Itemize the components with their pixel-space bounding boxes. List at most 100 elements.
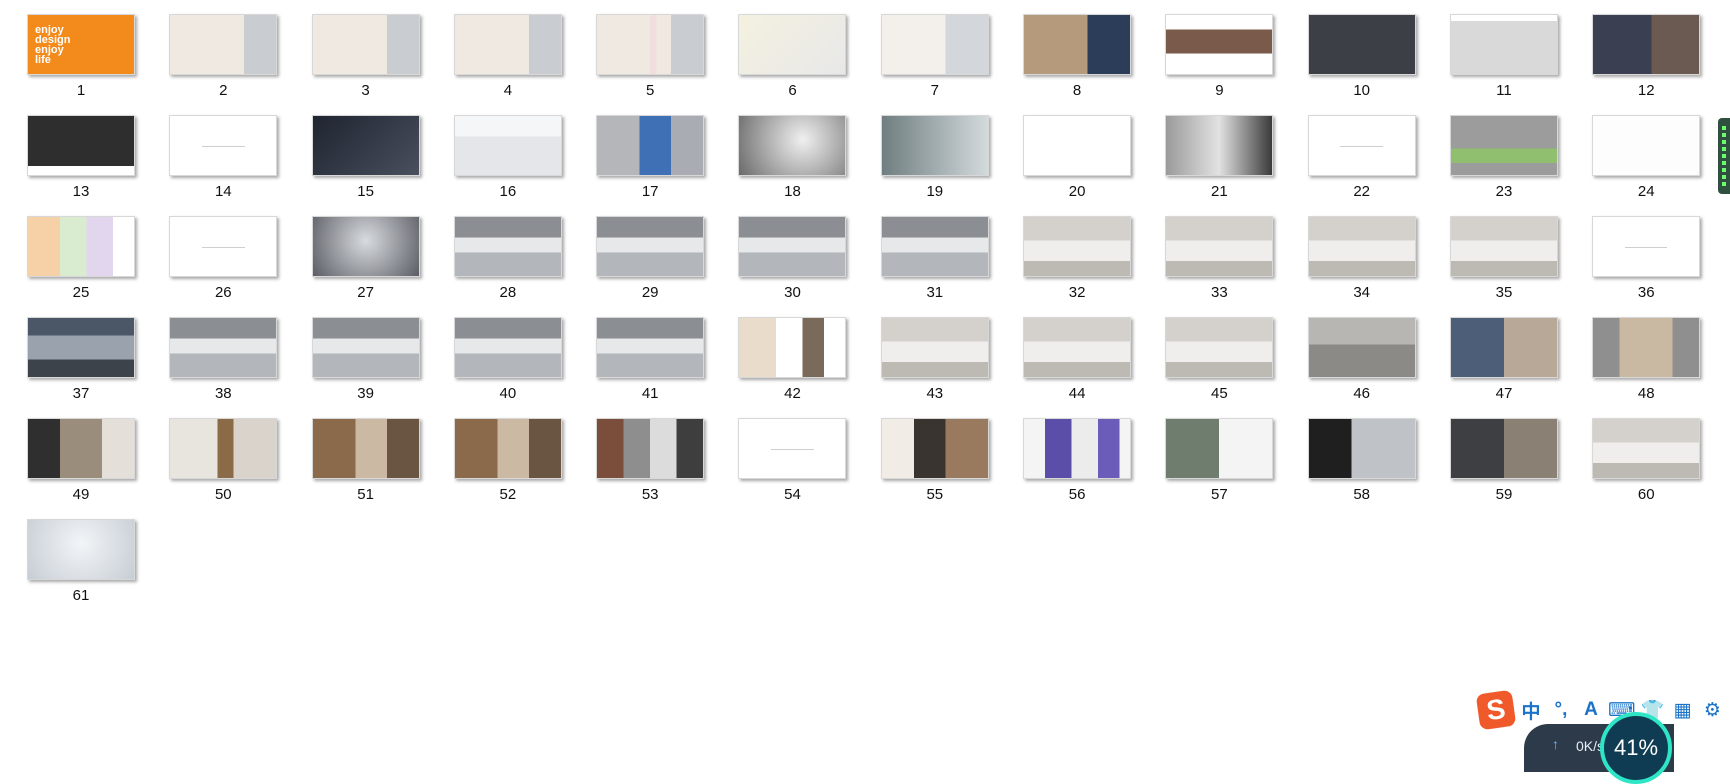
slide-preview[interactable] (1023, 418, 1132, 479)
slide-preview[interactable] (1449, 317, 1558, 378)
slide-preview[interactable] (738, 115, 847, 176)
slide-thumbnail-61[interactable]: 61 (27, 519, 135, 620)
slide-thumbnail-56[interactable]: 56 (1023, 418, 1132, 519)
slide-thumbnail-4[interactable]: 4 (453, 14, 562, 115)
slide-preview[interactable] (453, 418, 562, 479)
slide-thumbnail-42[interactable]: 42 (738, 317, 847, 418)
slide-preview[interactable] (453, 115, 562, 176)
slide-thumbnail-53[interactable]: 53 (596, 418, 705, 519)
slide-thumbnail-8[interactable]: 8 (1023, 14, 1132, 115)
slide-preview[interactable] (596, 418, 705, 479)
slide-preview[interactable] (169, 115, 278, 176)
slide-thumbnail-46[interactable]: 46 (1307, 317, 1416, 418)
usage-dial[interactable]: 41% (1600, 712, 1672, 784)
slide-preview[interactable] (311, 14, 420, 75)
slide-preview[interactable]: enjoy design enjoy life (27, 14, 135, 75)
slide-preview[interactable] (1307, 418, 1416, 479)
slide-preview[interactable] (596, 216, 705, 277)
slide-preview[interactable] (880, 216, 989, 277)
slide-preview[interactable] (453, 14, 562, 75)
slide-thumbnail-37[interactable]: 37 (27, 317, 135, 418)
slide-preview[interactable] (453, 317, 562, 378)
edge-scroll-indicator[interactable] (1718, 118, 1730, 194)
slide-thumbnail-15[interactable]: 15 (311, 115, 420, 216)
slide-thumbnail-47[interactable]: 47 (1449, 317, 1558, 418)
slide-thumbnail-6[interactable]: 6 (738, 14, 847, 115)
slide-thumbnail-45[interactable]: 45 (1165, 317, 1274, 418)
slide-preview[interactable] (1592, 14, 1701, 75)
slide-preview[interactable] (1592, 317, 1701, 378)
slide-thumbnail-25[interactable]: 25 (27, 216, 135, 317)
slide-preview[interactable] (169, 418, 278, 479)
slide-preview[interactable] (596, 14, 705, 75)
slide-thumbnail-59[interactable]: 59 (1449, 418, 1558, 519)
slide-thumbnail-9[interactable]: 9 (1165, 14, 1274, 115)
slide-preview[interactable] (169, 216, 278, 277)
slide-preview[interactable] (596, 115, 705, 176)
slide-thumbnail-1[interactable]: enjoy design enjoy life 1 (27, 14, 135, 115)
slide-preview[interactable] (1023, 317, 1132, 378)
punctuation-button[interactable]: °, (1548, 696, 1574, 724)
slide-thumbnail-60[interactable]: 60 (1592, 418, 1701, 519)
chinese-mode-button[interactable]: 中 (1518, 696, 1544, 724)
settings-button[interactable]: ⚙ (1699, 696, 1725, 724)
slide-thumbnail-11[interactable]: 11 (1449, 14, 1558, 115)
slide-thumbnail-28[interactable]: 28 (453, 216, 562, 317)
slide-preview[interactable] (311, 216, 420, 277)
slide-thumbnail-16[interactable]: 16 (453, 115, 562, 216)
slide-preview[interactable] (880, 115, 989, 176)
slide-thumbnail-51[interactable]: 51 (311, 418, 420, 519)
slide-preview[interactable] (1023, 216, 1132, 277)
slide-thumbnail-14[interactable]: 14 (169, 115, 278, 216)
slide-preview[interactable] (880, 418, 989, 479)
slide-preview[interactable] (1307, 317, 1416, 378)
slide-preview[interactable] (169, 14, 278, 75)
slide-preview[interactable] (1165, 216, 1274, 277)
slide-thumbnail-52[interactable]: 52 (453, 418, 562, 519)
slide-preview[interactable] (596, 317, 705, 378)
slide-thumbnail-21[interactable]: 21 (1165, 115, 1274, 216)
slide-thumbnail-7[interactable]: 7 (880, 14, 989, 115)
slide-thumbnail-20[interactable]: 20 (1023, 115, 1132, 216)
slide-thumbnail-50[interactable]: 50 (169, 418, 278, 519)
slide-preview[interactable] (1165, 115, 1274, 176)
slide-preview[interactable] (1449, 115, 1558, 176)
slide-preview[interactable] (738, 317, 847, 378)
slide-preview[interactable] (1023, 115, 1132, 176)
slide-thumbnail-57[interactable]: 57 (1165, 418, 1274, 519)
slide-thumbnail-17[interactable]: 17 (596, 115, 705, 216)
slide-thumbnail-31[interactable]: 31 (880, 216, 989, 317)
slide-thumbnail-23[interactable]: 23 (1449, 115, 1558, 216)
slide-thumbnail-5[interactable]: 5 (596, 14, 705, 115)
slide-preview[interactable] (311, 115, 420, 176)
slide-thumbnail-29[interactable]: 29 (596, 216, 705, 317)
slide-preview[interactable] (880, 14, 989, 75)
slide-preview[interactable] (1592, 216, 1701, 277)
slide-preview[interactable] (1165, 418, 1274, 479)
slide-thumbnail-18[interactable]: 18 (738, 115, 847, 216)
slide-preview[interactable] (311, 317, 420, 378)
slide-thumbnail-34[interactable]: 34 (1307, 216, 1416, 317)
slide-preview[interactable] (1449, 216, 1558, 277)
slide-thumbnail-30[interactable]: 30 (738, 216, 847, 317)
slide-preview[interactable] (1165, 317, 1274, 378)
slide-thumbnail-19[interactable]: 19 (880, 115, 989, 216)
slide-preview[interactable] (880, 317, 989, 378)
slide-thumbnail-39[interactable]: 39 (311, 317, 420, 418)
sogou-logo-icon[interactable]: S (1475, 689, 1517, 731)
slide-preview[interactable] (27, 519, 135, 580)
slide-thumbnail-43[interactable]: 43 (880, 317, 989, 418)
slide-thumbnail-3[interactable]: 3 (311, 14, 420, 115)
slide-preview[interactable] (1449, 14, 1558, 75)
slide-thumbnail-44[interactable]: 44 (1023, 317, 1132, 418)
slide-preview[interactable] (27, 418, 135, 479)
slide-preview[interactable] (311, 418, 420, 479)
slide-thumbnail-41[interactable]: 41 (596, 317, 705, 418)
slide-thumbnail-48[interactable]: 48 (1592, 317, 1701, 418)
slide-preview[interactable] (1165, 14, 1274, 75)
slide-thumbnail-2[interactable]: 2 (169, 14, 278, 115)
slide-preview[interactable] (1023, 14, 1132, 75)
slide-thumbnail-38[interactable]: 38 (169, 317, 278, 418)
slide-preview[interactable] (1307, 14, 1416, 75)
slide-thumbnail-22[interactable]: 22 (1307, 115, 1416, 216)
